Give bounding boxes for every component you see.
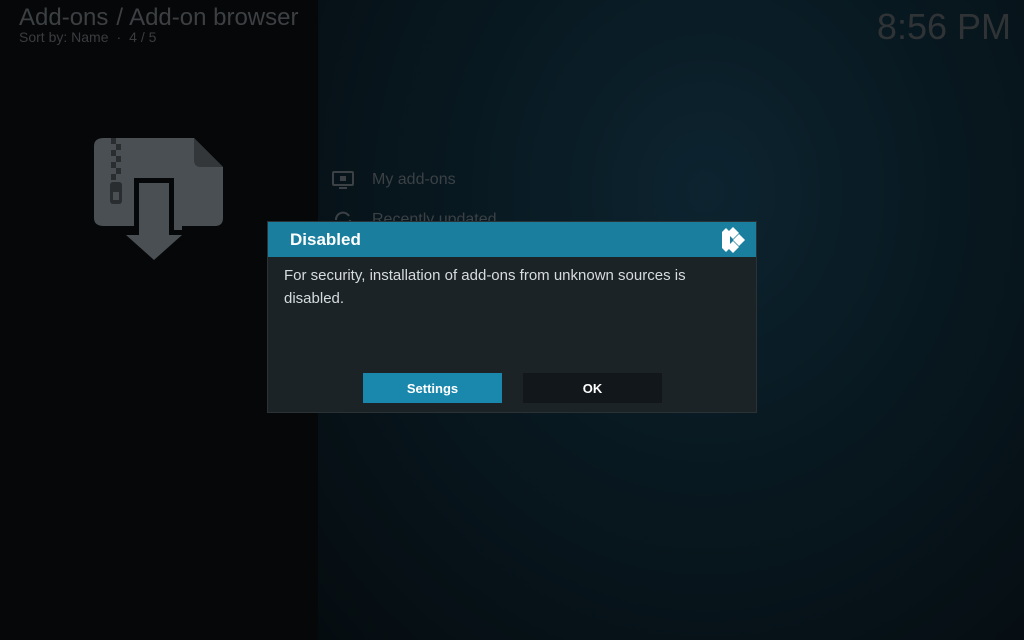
dialog-header: Disabled bbox=[268, 222, 756, 257]
menu-item-my-addons[interactable]: My add-ons bbox=[332, 168, 456, 192]
settings-button[interactable]: Settings bbox=[363, 373, 502, 403]
breadcrumb-separator: / bbox=[116, 4, 124, 31]
kodi-logo-icon bbox=[722, 227, 745, 253]
breadcrumb: Add-ons / Add-on browser bbox=[19, 4, 298, 32]
dialog-message: For security, installation of add-ons fr… bbox=[284, 267, 686, 307]
menu-item-label: My add-ons bbox=[372, 171, 456, 188]
breadcrumb-section: Add-ons bbox=[19, 4, 109, 31]
clock: 8:56 PM bbox=[876, 6, 1011, 47]
sort-label: Sort by: Name bbox=[19, 29, 109, 45]
item-position: 4 / 5 bbox=[129, 29, 157, 45]
breadcrumb-page: Add-on browser bbox=[129, 4, 299, 31]
sort-dot: · bbox=[116, 29, 122, 45]
zip-install-icon bbox=[94, 138, 223, 264]
app-window: Add-ons / Add-on browser Sort by: Name · 4 /… bbox=[0, 0, 1024, 640]
monitor-icon bbox=[332, 171, 354, 189]
ok-button[interactable]: OK bbox=[523, 373, 662, 403]
sort-info: Sort by: Name · 4 / 5 bbox=[19, 29, 156, 45]
disabled-dialog: Disabled For security, installation of a… bbox=[268, 222, 756, 412]
dialog-title: Disabled bbox=[290, 230, 361, 249]
